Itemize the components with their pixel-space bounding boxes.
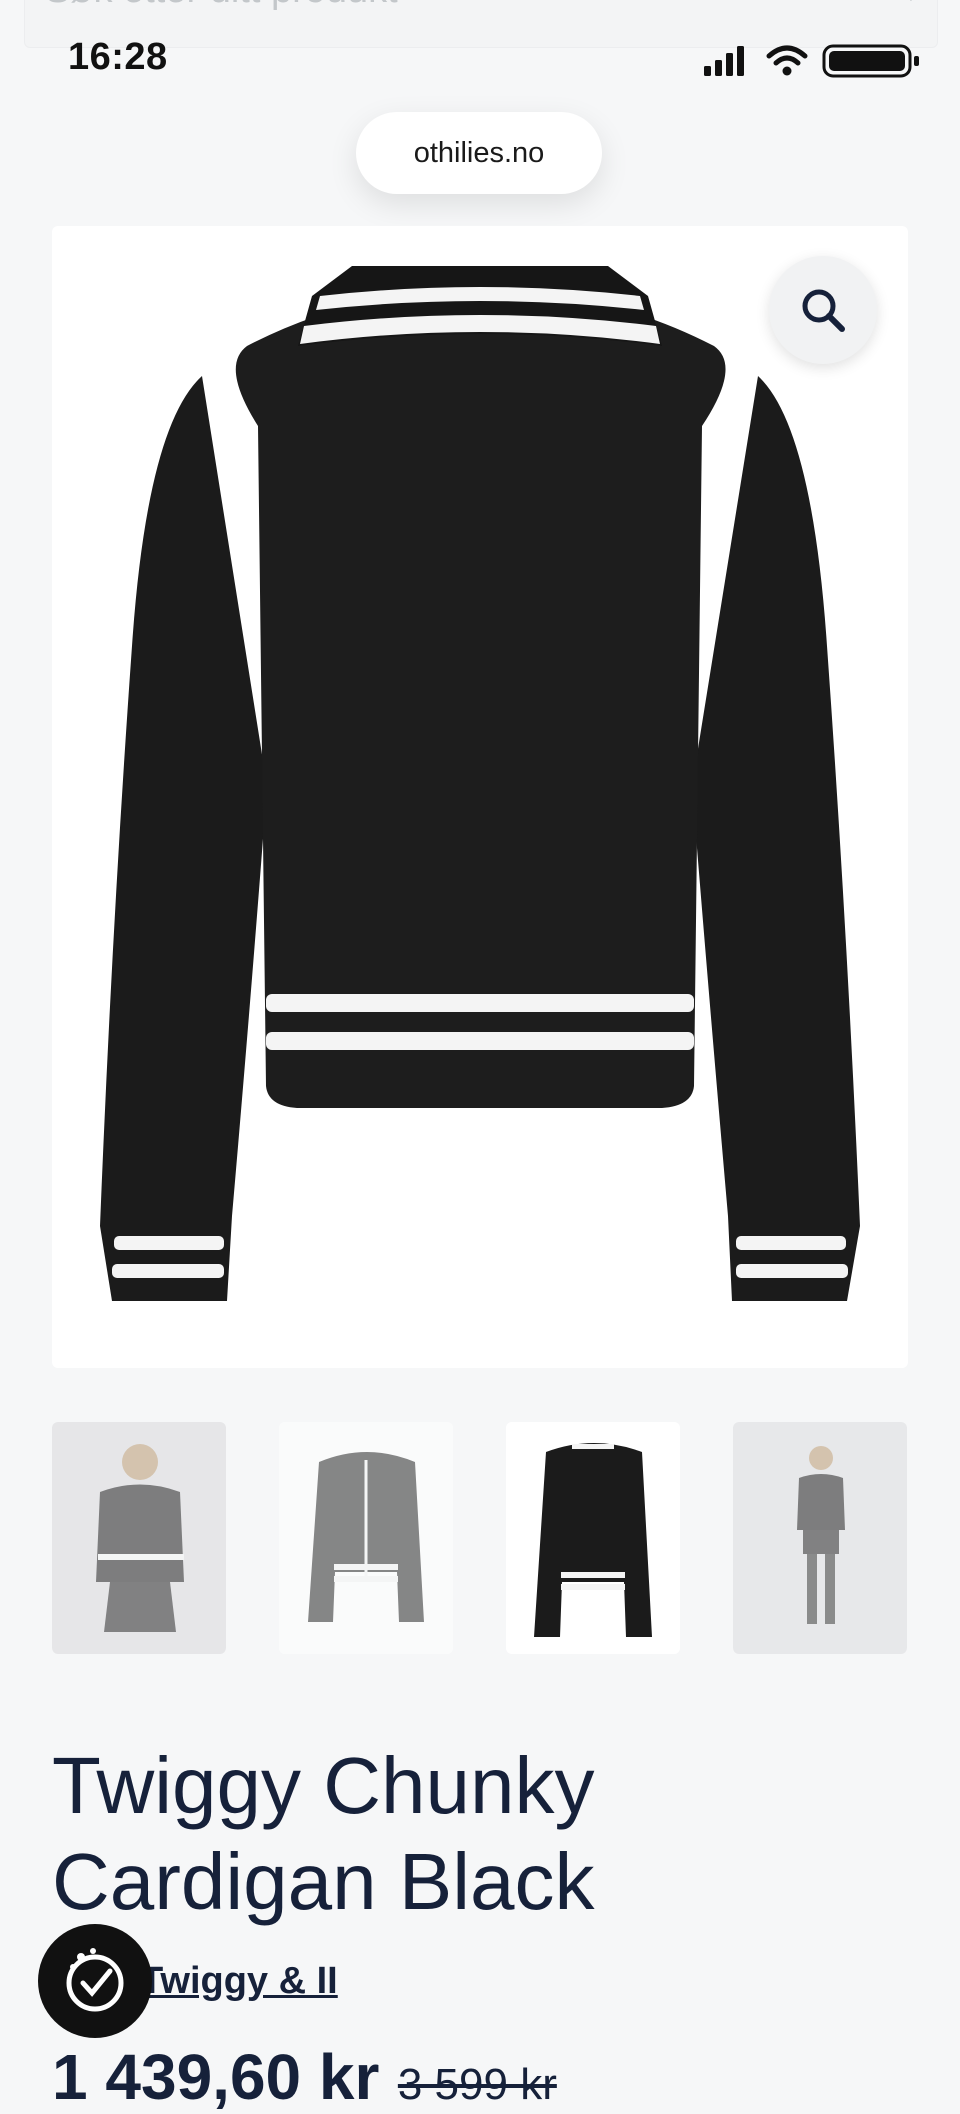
brand-link[interactable]: Twiggy & II xyxy=(140,1960,338,2003)
current-price: 1 439,60 kr xyxy=(52,2041,380,2113)
thumbnail-cardigan-front[interactable] xyxy=(279,1422,453,1654)
thumbnail-model-front[interactable] xyxy=(52,1422,226,1654)
price-row: 1 439,60 kr 3 599 kr xyxy=(52,2040,557,2114)
url-pill[interactable]: othilies.no xyxy=(356,112,602,194)
zoom-icon xyxy=(802,289,845,332)
wifi-icon xyxy=(766,45,808,76)
thumbnail-cardigan-back[interactable] xyxy=(506,1422,680,1654)
product-title: Twiggy Chunky Cardigan Black xyxy=(52,1738,852,1930)
product-main-image[interactable] xyxy=(52,226,908,1368)
product-title-line-2: Cardigan Black xyxy=(52,1837,595,1926)
cardigan-back-image xyxy=(100,266,860,1301)
original-price: 3 599 kr xyxy=(397,2060,557,2109)
status-time: 16:28 xyxy=(68,36,168,78)
status-icons xyxy=(704,44,919,78)
thumbnail-model-full[interactable] xyxy=(733,1422,907,1654)
signal-icon xyxy=(704,46,744,76)
zoom-button[interactable] xyxy=(769,256,877,364)
accessibility-button[interactable] xyxy=(38,1924,152,2038)
status-bar: 16:28 xyxy=(0,0,960,110)
product-title-line-1: Twiggy Chunky xyxy=(52,1741,595,1830)
accessibility-icon xyxy=(66,1948,124,2012)
battery-icon xyxy=(822,44,919,78)
